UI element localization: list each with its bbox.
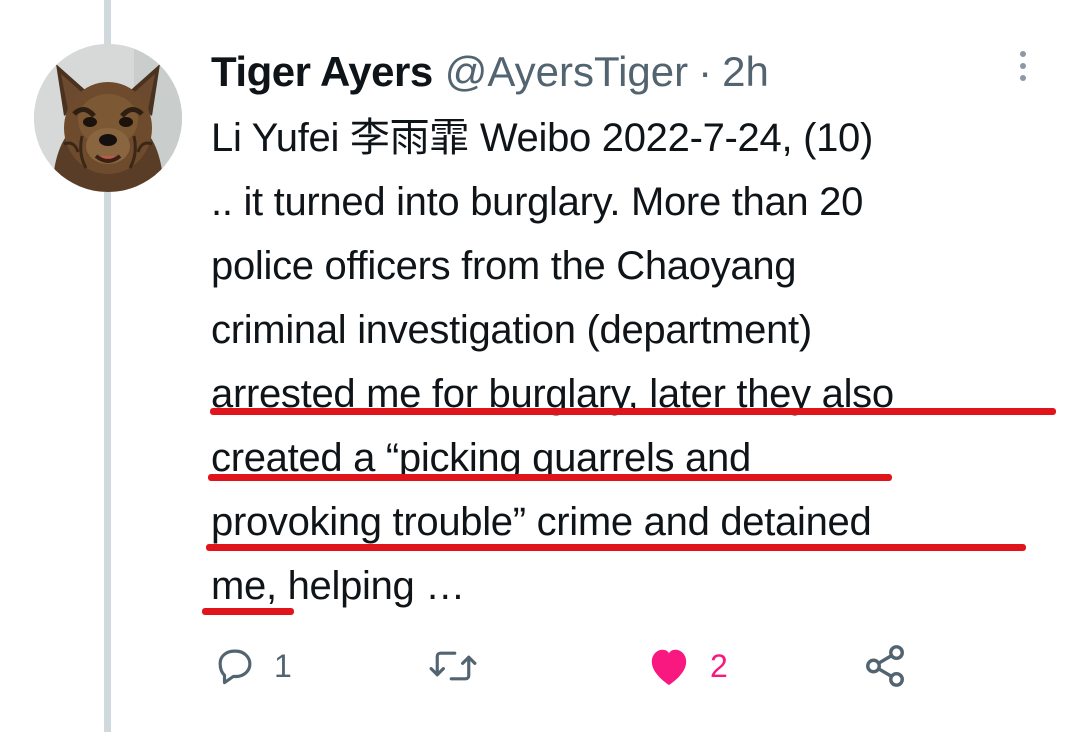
tweet-line: me, helping …: [211, 564, 466, 608]
tweet-line: Li Yufei 李雨霏 Weibo 2022-7-24, (10): [211, 116, 874, 160]
dog-avatar-image: [34, 44, 182, 192]
action-bar: 1 2: [0, 640, 1080, 692]
display-name[interactable]: Tiger Ayers: [211, 44, 433, 100]
retweet-button[interactable]: [428, 640, 478, 692]
separator: ·: [698, 48, 713, 95]
more-icon[interactable]: [1008, 46, 1038, 86]
tweet-line: criminal investigation (department): [211, 308, 812, 352]
share-button[interactable]: [862, 640, 908, 692]
avatar[interactable]: [34, 44, 182, 192]
share-icon: [866, 645, 904, 687]
tweet-line: .. it turned into burglary. More than 20: [211, 180, 864, 224]
like-count: 2: [710, 647, 728, 684]
retweet-icon: [429, 651, 477, 681]
reply-icon: [218, 649, 252, 685]
red-underline: [206, 544, 1026, 551]
like-button[interactable]: 2: [646, 640, 728, 692]
red-underline: [210, 408, 1056, 415]
tweet-header: Tiger Ayers @AyersTiger · 2h: [211, 44, 769, 100]
reply-button[interactable]: 1: [214, 640, 292, 692]
reply-count: 1: [274, 647, 292, 684]
timestamp[interactable]: 2h: [722, 44, 769, 100]
red-underline: [208, 474, 892, 481]
heart-icon: [651, 649, 687, 686]
tweet-line: police officers from the Chaoyang: [211, 244, 797, 288]
red-underline: [202, 608, 294, 615]
tweet-text: Li Yufei 李雨霏 Weibo 2022-7-24, (10) .. it…: [211, 106, 1051, 618]
user-handle[interactable]: @AyersTiger: [445, 44, 688, 100]
tweet-line: arrested me for burglary, later they als…: [211, 372, 894, 416]
